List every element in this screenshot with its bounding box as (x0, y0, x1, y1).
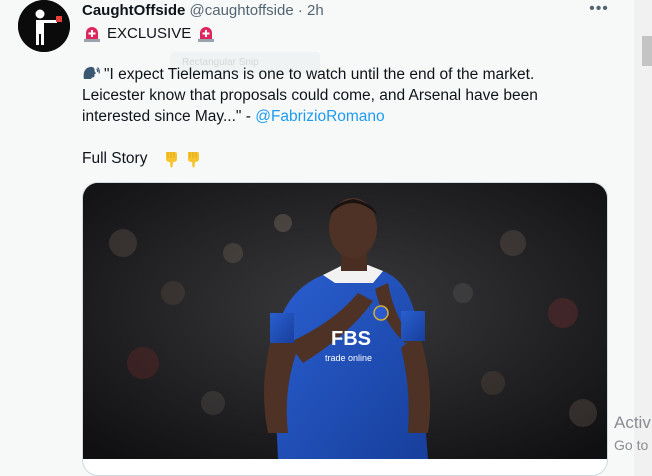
scrollbar-track[interactable] (634, 0, 652, 476)
tweet-header: CaughtOffside @caughtoffside · 2h (82, 2, 324, 20)
police-car-light-icon (198, 27, 215, 42)
activate-windows-watermark: Activ Go to (614, 412, 651, 456)
scrollbar-thumb[interactable] (642, 36, 652, 66)
exclusive-line: EXCLUSIVE (83, 24, 215, 44)
speaking-head-icon (83, 66, 100, 79)
watermark-line-2: Go to (614, 437, 649, 453)
shirt-sponsor-text: FBS (331, 328, 371, 350)
author-handle[interactable]: @caughtoffside (190, 2, 294, 19)
exclusive-label: EXCLUSIVE (107, 25, 192, 42)
backhand-index-pointing-down-icon (188, 151, 200, 167)
backhand-index-pointing-down-icon (166, 151, 178, 167)
full-story-label: Full Story (82, 150, 148, 167)
mention-link[interactable]: @FabrizioRomano (255, 108, 384, 125)
tweet-text: "I expect Tielemans is one to watch unti… (82, 64, 582, 127)
link-card[interactable]: FBS trade online (82, 182, 608, 476)
card-image-player-applauding[interactable]: FBS trade online (83, 183, 608, 459)
shirt-sponsor-subtext: trade online (325, 353, 372, 363)
police-car-light-icon (84, 27, 100, 42)
header-separator: · (297, 2, 303, 19)
full-story-line: Full Story (82, 148, 201, 169)
tweet-timestamp[interactable]: 2h (307, 2, 324, 19)
tweet[interactable]: CaughtOffside @caughtoffside · 2h ••• EX… (0, 0, 626, 476)
author-avatar[interactable] (18, 0, 70, 52)
more-options-button[interactable]: ••• (588, 0, 610, 20)
author-name[interactable]: CaughtOffside (82, 2, 185, 19)
watermark-line-1: Activ (614, 413, 651, 432)
referee-logo-icon (18, 0, 70, 52)
